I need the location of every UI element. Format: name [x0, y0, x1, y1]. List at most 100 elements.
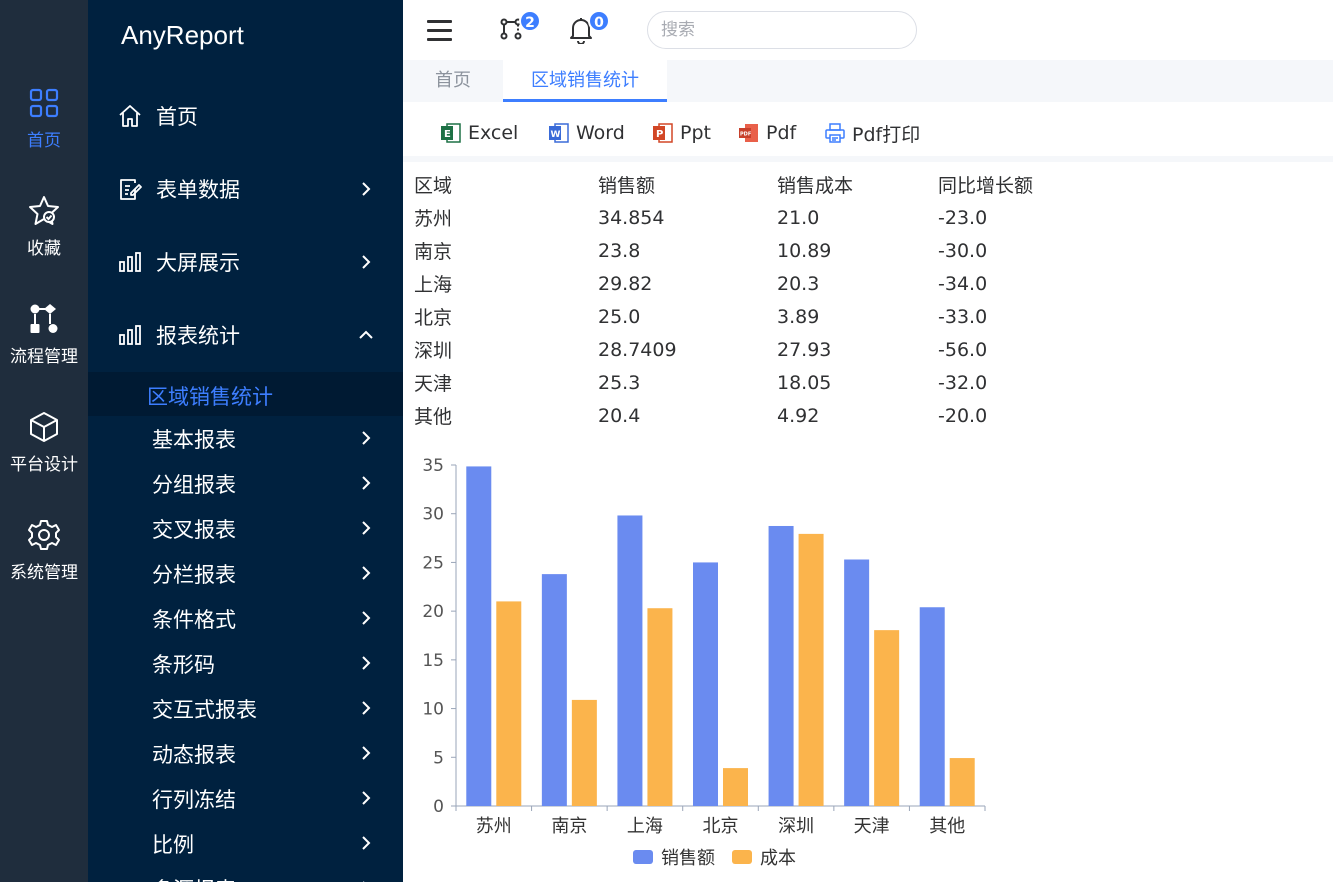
workflow-icon: [30, 304, 58, 333]
export-label: Pdf: [766, 122, 797, 144]
cost-bar: [798, 533, 824, 806]
column-header: 区域: [414, 175, 453, 197]
export-word-button[interactable]: W Word: [549, 120, 625, 146]
cost-bar: [571, 699, 597, 806]
chevron-right-icon: [362, 476, 371, 490]
submenu-item-regional-sales[interactable]: 区域销售统计: [88, 372, 403, 416]
submenu-item-label: 区域销售统计: [147, 385, 273, 409]
export-pdf-print-button[interactable]: Pdf打印: [825, 120, 920, 146]
export-label: Ppt: [680, 122, 711, 144]
y-tick-label: 20: [422, 602, 444, 622]
cost-bar: [647, 608, 673, 806]
rail-item-label: 系统管理: [10, 563, 78, 583]
submenu-item[interactable]: 分栏报表: [88, 553, 403, 593]
side-menu: AnyReport 首页 表单数据 大屏展示 报表统计 区域销售统计 基本报表 …: [88, 0, 403, 882]
table-cell: 29.82: [598, 272, 653, 295]
table-cell: 南京: [414, 241, 453, 263]
table-cell: 3.89: [777, 305, 820, 328]
y-tick-label: 25: [422, 553, 444, 573]
chevron-up-icon: [359, 330, 373, 339]
chevron-right-icon: [362, 746, 371, 760]
export-pdf-button[interactable]: PDF Pdf: [739, 120, 796, 146]
chevron-right-icon: [362, 701, 371, 715]
sales-bar: [768, 525, 794, 806]
menu-item-label: 报表统计: [156, 324, 240, 348]
home-icon: [119, 105, 141, 127]
notifications-button[interactable]: 0: [568, 10, 610, 46]
x-tick-label: 其他: [929, 816, 965, 837]
chevron-right-icon: [362, 255, 371, 269]
export-excel-button[interactable]: E Excel: [441, 120, 518, 146]
content-divider: [403, 156, 1333, 162]
menu-item-label: 首页: [156, 105, 198, 129]
rail-item-home[interactable]: 首页: [0, 86, 88, 151]
svg-text:P: P: [656, 129, 663, 140]
table-cell: -33.0: [938, 305, 988, 328]
table-cell: 25.3: [598, 371, 641, 394]
table-cell: 天津: [414, 373, 453, 395]
submenu-item[interactable]: 分组报表: [88, 463, 403, 503]
sales-bar: [844, 559, 870, 806]
table-cell: -20.0: [938, 404, 988, 427]
submenu-item-label: 交互式报表: [152, 698, 257, 722]
rail-item-platform-design[interactable]: 平台设计: [0, 410, 88, 475]
chevron-right-icon: [362, 791, 371, 805]
menu-item-form-data[interactable]: 表单数据: [88, 167, 403, 211]
sales-bar: [617, 515, 643, 806]
table-cell: 上海: [414, 274, 453, 296]
sales-bar: [919, 607, 945, 806]
legend-label: 成本: [760, 848, 796, 869]
cost-bar: [874, 630, 900, 806]
cube-icon: [30, 412, 58, 442]
menu-item-label: 表单数据: [156, 178, 240, 202]
submenu-item-label: 比例: [152, 833, 194, 857]
table-cell: -56.0: [938, 338, 988, 361]
tab-home[interactable]: 首页: [403, 60, 503, 102]
legend-swatch: [633, 850, 653, 864]
table-header-row: 区域 销售额 销售成本 同比增长额: [414, 168, 1068, 201]
submenu-item[interactable]: 条形码: [88, 643, 403, 683]
menu-item-home[interactable]: 首页: [88, 94, 403, 138]
submenu-item[interactable]: 交互式报表: [88, 688, 403, 728]
x-tick-label: 南京: [551, 816, 587, 837]
table-row: 深圳 28.7409 27.93 -56.0: [414, 333, 1068, 366]
bar-chart-icon: [119, 325, 141, 345]
menu-toggle-button[interactable]: [427, 20, 452, 42]
rail-item-workflow[interactable]: 流程管理: [0, 302, 88, 367]
chevron-right-icon: [362, 431, 371, 445]
table-cell: 北京: [414, 307, 453, 329]
bar-chart-icon: [119, 252, 141, 272]
submenu-item[interactable]: 动态报表: [88, 733, 403, 773]
app-root: 首页 收藏 流程管理 平台设计 系统管理 AnyReport 首页 表单数据 大…: [0, 0, 1333, 882]
menu-item-report-stats[interactable]: 报表统计: [88, 313, 403, 357]
table-cell: 其他: [414, 406, 453, 428]
submenu-item[interactable]: 比例: [88, 823, 403, 863]
export-ppt-button[interactable]: P Ppt: [653, 120, 711, 146]
search-input[interactable]: [647, 11, 917, 49]
submenu-item[interactable]: 条件格式: [88, 598, 403, 638]
submenu-item[interactable]: 交叉报表: [88, 508, 403, 548]
table-cell: -30.0: [938, 239, 988, 262]
bar-chart-svg: 0 5 10 15 20 25 30 35 苏州 南京 上海 北京 深圳 天津 其他销售额 成本: [422, 456, 986, 869]
svg-text:PDF: PDF: [740, 132, 751, 138]
chevron-right-icon: [362, 182, 371, 196]
submenu-item[interactable]: 基本报表: [88, 418, 403, 458]
submenu-item[interactable]: 多源报表: [88, 868, 403, 882]
table-cell: 苏州: [414, 208, 453, 230]
notification-badge: 0: [588, 10, 610, 32]
submenu-item-label: 分栏报表: [152, 563, 236, 587]
submenu-item[interactable]: 行列冻结: [88, 778, 403, 818]
workflow-badge: 2: [519, 10, 541, 32]
submenu-item-label: 条形码: [152, 653, 215, 677]
rail-item-favorites[interactable]: 收藏: [0, 194, 88, 259]
export-label: Excel: [468, 122, 519, 144]
tab-regional-sales[interactable]: 区域销售统计: [503, 60, 667, 102]
chevron-right-icon: [362, 656, 371, 670]
workflow-tasks-button[interactable]: 2: [499, 10, 541, 46]
rail-item-label: 平台设计: [10, 455, 78, 475]
y-tick-label: 30: [422, 505, 444, 525]
rail-item-label: 首页: [27, 131, 61, 151]
column-header: 销售成本: [777, 175, 854, 197]
rail-item-system-settings[interactable]: 系统管理: [0, 518, 88, 583]
menu-item-big-screen[interactable]: 大屏展示: [88, 240, 403, 284]
